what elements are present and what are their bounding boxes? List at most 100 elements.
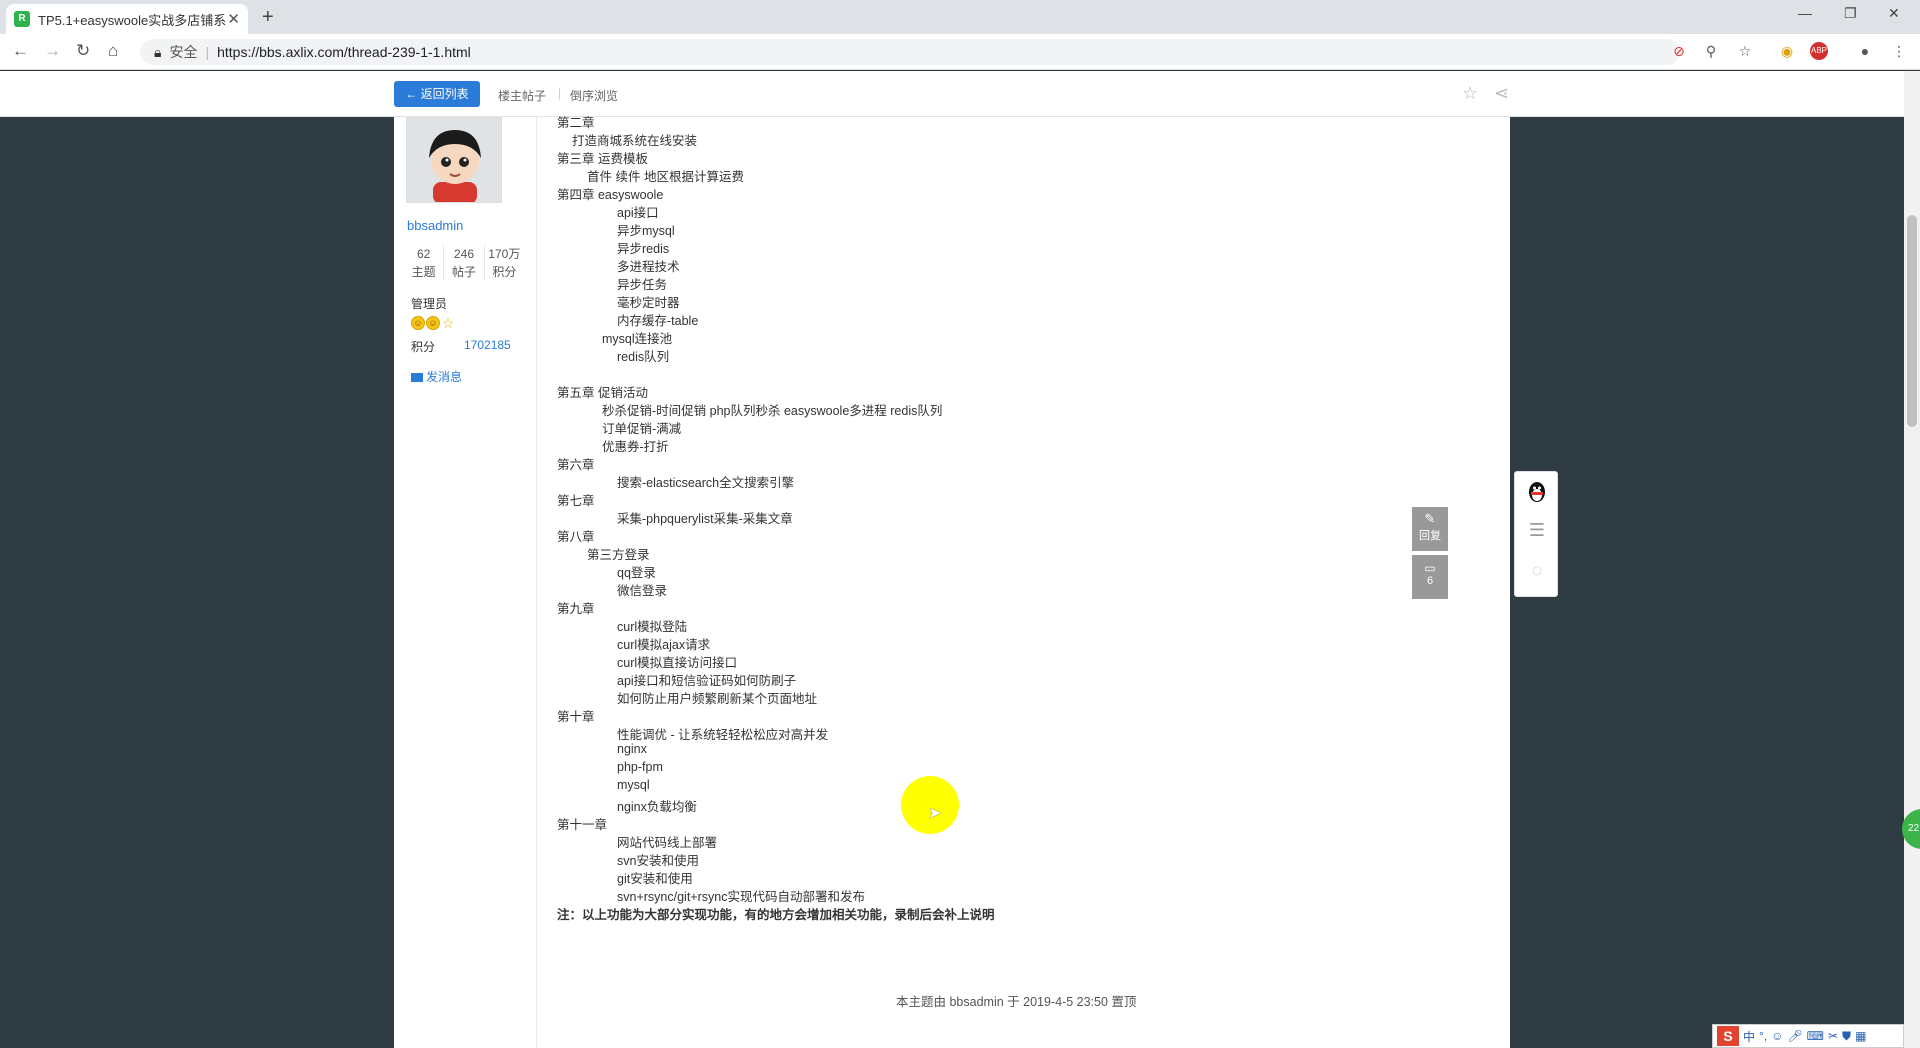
pin-note: 本主题由 bbsadmin 于 2019-4-5 23:50 置顶 — [896, 995, 1137, 1009]
comment-bubble-icon: ▭ — [1424, 561, 1436, 575]
post-line: 多进程技术 — [617, 260, 680, 274]
shirt-icon[interactable]: ⛊ — [1842, 1029, 1851, 1044]
post-line: 内存缓存-table — [617, 314, 699, 328]
stat-value: 170万 — [488, 247, 521, 261]
window-close-icon[interactable]: ✕ — [1888, 5, 1900, 22]
ime-toolbar[interactable]: S 中 °, ☺ 🎤︎ ⌨ ✂ ⛊ ▦ — [1712, 1024, 1904, 1048]
reverse-browse-link[interactable]: 倒序浏览 — [570, 87, 618, 104]
comment-count: 6 — [1426, 575, 1434, 587]
post-note: 注：以上功能为大部分实现功能，有的地方会增加相关功能，录制后会补上说明 — [557, 908, 995, 922]
qq-penguin-icon[interactable] — [1525, 480, 1549, 504]
back-arrow-icon[interactable]: ← — [12, 41, 29, 61]
favorite-star-icon[interactable]: ☆ — [1462, 83, 1478, 104]
address-bar[interactable]: 🔒︎ 安全 | https://bbs.axlix.com/thread-239… — [140, 39, 1680, 65]
chrome-extension-icon[interactable]: ◉ — [1778, 42, 1796, 60]
author-role[interactable]: 管理员 — [411, 295, 447, 312]
reply-float-button[interactable]: ✎ 回复 — [1412, 507, 1448, 551]
stat-label: 积分 — [492, 265, 517, 279]
skin-icon[interactable]: ✂ — [1828, 1029, 1838, 1043]
forward-arrow-icon[interactable]: → — [44, 41, 61, 61]
post-line: mysql — [617, 778, 650, 792]
home-icon[interactable]: ⌂ — [108, 41, 118, 61]
chapter-heading: 第九章 — [557, 602, 595, 616]
restore-icon[interactable]: ❐ — [1844, 5, 1857, 22]
menu-icon[interactable]: ⋮ — [1890, 42, 1908, 60]
send-message-label: 发消息 — [426, 370, 463, 384]
stat-topics[interactable]: 62 主题 — [404, 245, 443, 281]
thread-content: bbsadmin 62 主题 246 帖子 170万 积分 管理员 ☺ ☺ ☆ … — [394, 116, 1510, 1048]
post-line: 订单促销-满减 — [602, 422, 682, 436]
comments-float-button[interactable]: ▭ 6 — [1412, 555, 1448, 599]
url-text[interactable]: https://bbs.axlix.com/thread-239-1-1.htm… — [217, 44, 471, 60]
back-to-list-button[interactable]: ← 返回列表 — [394, 81, 480, 107]
tab-title: TP5.1+easyswoole实战多店铺系 — [38, 12, 227, 28]
points-label: 积分 — [411, 340, 436, 354]
author-sidebar: bbsadmin 62 主题 246 帖子 170万 积分 管理员 ☺ ☺ ☆ … — [394, 117, 537, 1048]
post-line: curl模拟ajax请求 — [617, 638, 711, 652]
thread-header-bar: ← 返回列表 楼主帖子 | 倒序浏览 ☆ ⋖ — [0, 71, 1904, 117]
post-line: 性能调优 - 让系统轻轻松松应对高并发 — [617, 728, 829, 742]
post-line: curl模拟登陆 — [617, 620, 688, 634]
chapter-heading: 第十一章 — [557, 818, 608, 832]
browser-toolbar: ← → ↻ ⌂ 🔒︎ 安全 | https://bbs.axlix.com/th… — [0, 34, 1920, 70]
post-line: 采集-phpquerylist采集-采集文章 — [617, 512, 793, 526]
scrollbar-thumb[interactable] — [1907, 215, 1917, 427]
stat-label: 主题 — [411, 265, 436, 279]
post-line: curl模拟直接访问接口 — [617, 656, 738, 670]
reload-icon[interactable]: ↻ — [76, 41, 90, 61]
post-line: 异步mysql — [617, 224, 675, 238]
post-line: svn+rsync/git+rsync实现代码自动部署和发布 — [617, 890, 865, 904]
stat-posts[interactable]: 246 帖子 — [443, 245, 483, 281]
chapter-heading: 第六章 — [557, 458, 595, 472]
owner-posts-link[interactable]: 楼主帖子 — [498, 87, 546, 104]
post-line: mysql连接池 — [602, 332, 673, 346]
stat-points[interactable]: 170万 积分 — [483, 245, 524, 281]
chapter-heading: 第三章 运费模板 — [557, 152, 648, 166]
page-scrollbar[interactable] — [1904, 71, 1920, 1048]
address-separator: | — [205, 44, 210, 60]
share-icon[interactable]: ⋖ — [1494, 83, 1509, 104]
account-icon[interactable]: ● — [1856, 42, 1874, 60]
post-line: nginx负载均衡 — [617, 800, 697, 814]
article-icon[interactable]: ☰ — [1525, 520, 1549, 544]
post-line: 异步redis — [617, 242, 670, 256]
bookmark-star-icon[interactable]: ☆ — [1736, 42, 1754, 60]
back-to-list-label: 返回列表 — [420, 87, 469, 101]
grid-icon[interactable]: ▦ — [1855, 1029, 1866, 1043]
post-line: qq登录 — [617, 566, 656, 580]
author-username[interactable]: bbsadmin — [407, 218, 463, 233]
sogou-logo-icon[interactable]: S — [1717, 1026, 1739, 1046]
browser-tab[interactable]: R TP5.1+easyswoole实战多店铺系 ✕ — [6, 4, 248, 34]
post-line: nginx — [617, 742, 647, 756]
post-line: 毫秒定时器 — [617, 296, 680, 310]
mail-icon — [411, 373, 423, 383]
keyboard-icon[interactable]: ⌨ — [1807, 1029, 1824, 1043]
zoom-icon[interactable]: ⚲ — [1702, 42, 1720, 60]
punctuation-icon[interactable]: °, — [1759, 1029, 1767, 1043]
post-line: php-fpm — [617, 760, 663, 774]
sun-medal-icon: ☺ — [426, 316, 440, 330]
adblock-icon[interactable]: ABP — [1810, 42, 1828, 60]
stat-value: 62 — [416, 247, 431, 261]
chapter-heading: 第四章 easyswoole — [557, 188, 664, 202]
send-message-link[interactable]: 发消息 — [411, 368, 462, 385]
minimize-icon[interactable]: — — [1798, 5, 1812, 21]
avatar[interactable] — [406, 117, 502, 203]
post-line: git安装和使用 — [617, 872, 693, 886]
new-tab-button[interactable]: + — [262, 6, 274, 29]
post-line: 异步任务 — [617, 278, 668, 292]
chapter-heading: 第七章 — [557, 494, 595, 508]
pencil-icon: ✎ — [1424, 511, 1436, 526]
tab-close-icon[interactable]: ✕ — [227, 10, 240, 28]
chat-icon[interactable]: ◌ — [1525, 560, 1549, 584]
points-value: 1702185 — [464, 338, 511, 352]
stat-value: 246 — [453, 247, 474, 261]
back-arrow-icon: ← — [405, 87, 421, 101]
author-stats: 62 主题 246 帖子 170万 积分 — [404, 245, 524, 281]
blocked-icon[interactable]: ⊘ — [1670, 42, 1688, 60]
mic-icon[interactable]: 🎤︎ — [1787, 1029, 1802, 1043]
sun-medal-icon: ☺ — [411, 316, 425, 330]
post-line: 首件 续件 地区根据计算运费 — [587, 170, 744, 184]
ime-mode[interactable]: 中 — [1743, 1028, 1755, 1045]
emoji-icon[interactable]: ☺ — [1771, 1029, 1783, 1043]
